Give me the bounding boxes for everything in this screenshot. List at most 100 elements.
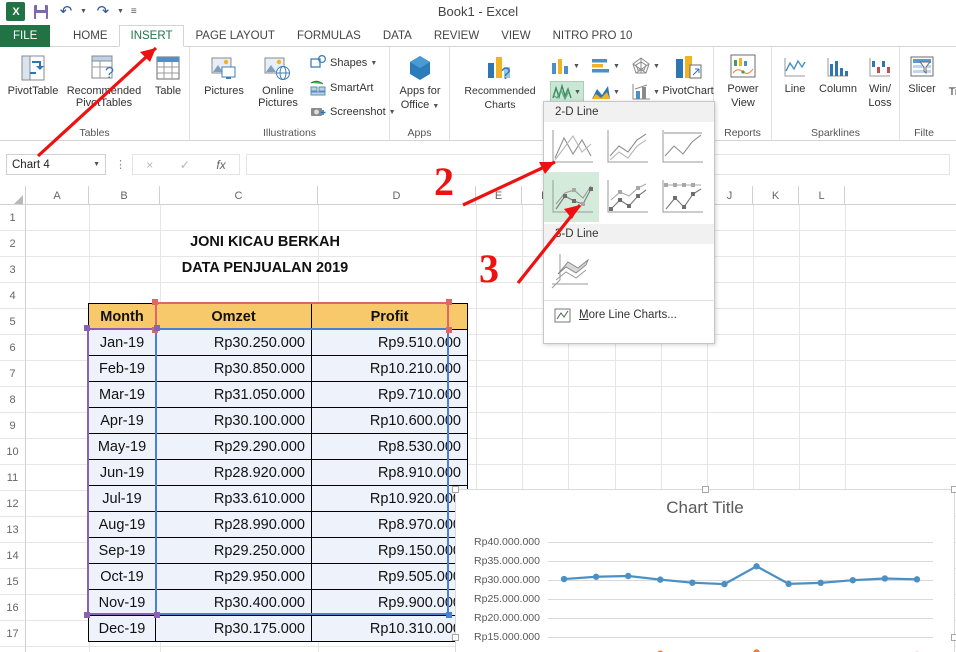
table-button[interactable]: Table (148, 53, 188, 97)
column-header-k[interactable]: K (753, 186, 799, 205)
pivot-table-button[interactable]: PivotTable (3, 53, 63, 97)
table-cell[interactable]: Rp29.950.000 (156, 564, 312, 590)
row-header-2[interactable]: 2 (0, 231, 26, 257)
table-cell[interactable]: Rp9.900.000 (312, 590, 468, 616)
recommended-pivottables-button[interactable]: ? Recommended PivotTables (62, 53, 146, 109)
row-header-13[interactable]: 13 (0, 517, 26, 543)
row-header-10[interactable]: 10 (0, 439, 26, 465)
cancel-icon[interactable]: × (146, 158, 153, 172)
name-box-dropdown-icon[interactable]: ▼ (93, 161, 100, 168)
row-header-12[interactable]: 12 (0, 491, 26, 517)
table-cell[interactable]: Dec-19 (89, 616, 156, 642)
more-line-charts-menu-item[interactable]: More Line Charts... (544, 301, 714, 329)
online-pictures-button[interactable]: Online Pictures (252, 53, 304, 109)
row-header-8[interactable]: 8 (0, 387, 26, 413)
radar-chart-button[interactable]: ▼ (630, 55, 664, 77)
sparkline-column-button[interactable]: Column (814, 55, 862, 95)
name-box[interactable]: Chart 4 ▼ (6, 154, 106, 175)
row-header-1[interactable]: 1 (0, 205, 26, 231)
row-header-18[interactable]: 18 (0, 647, 26, 652)
table-cell[interactable]: Rp10.600.000 (312, 408, 468, 434)
power-view-button[interactable]: Power View (718, 53, 768, 109)
table-cell[interactable]: Rp29.290.000 (156, 434, 312, 460)
row-header-4[interactable]: 4 (0, 283, 26, 309)
table-cell[interactable]: Rp9.710.000 (312, 382, 468, 408)
table-cell[interactable]: Rp10.210.000 (312, 356, 468, 382)
tab-page-layout[interactable]: PAGE LAYOUT (184, 25, 285, 47)
table-row[interactable]: Nov-19Rp30.400.000Rp9.900.000 (89, 590, 468, 616)
row-header-11[interactable]: 11 (0, 465, 26, 491)
slicer-button[interactable]: Slicer (902, 55, 942, 95)
gallery-item-stacked-line-with-markers[interactable] (599, 172, 654, 222)
column-chart-button[interactable]: ▼ (550, 55, 584, 77)
table-cell[interactable]: May-19 (89, 434, 156, 460)
table-row[interactable]: Feb-19Rp30.850.000Rp10.210.000 (89, 356, 468, 382)
line-chart-gallery-dropdown[interactable]: 2-D Line (543, 101, 715, 344)
column-chart-dropdown-icon[interactable]: ▼ (573, 63, 580, 70)
table-cell[interactable]: Rp29.250.000 (156, 538, 312, 564)
table-cell[interactable]: Oct-19 (89, 564, 156, 590)
table-cell[interactable]: Rp30.400.000 (156, 590, 312, 616)
column-header-a[interactable]: A (26, 186, 89, 205)
table-cell[interactable]: Feb-19 (89, 356, 156, 382)
shapes-button[interactable]: Shapes ▼ (310, 55, 377, 71)
table-cell[interactable]: Rp31.050.000 (156, 382, 312, 408)
table-row[interactable]: Dec-19Rp30.175.000Rp10.310.000 (89, 616, 468, 642)
sparkline-line-button[interactable]: Line (776, 55, 814, 95)
row-header-9[interactable]: 9 (0, 413, 26, 439)
gallery-item-line-with-markers[interactable] (544, 172, 599, 222)
row-header-5[interactable]: 5 (0, 309, 26, 335)
table-row[interactable]: May-19Rp29.290.000Rp8.530.000 (89, 434, 468, 460)
tab-formulas[interactable]: FORMULAS (286, 25, 372, 47)
insert-function-icon[interactable]: fx (216, 158, 225, 172)
apps-for-office-button[interactable]: Apps for Office ▼ (394, 53, 446, 113)
table-row[interactable]: Mar-19Rp31.050.000Rp9.710.000 (89, 382, 468, 408)
table-cell[interactable]: Rp28.920.000 (156, 460, 312, 486)
table-cell[interactable]: Rp28.990.000 (156, 512, 312, 538)
table-cell[interactable]: Rp30.100.000 (156, 408, 312, 434)
table-row[interactable]: Jun-19Rp28.920.000Rp8.910.000 (89, 460, 468, 486)
area-chart-button[interactable]: ▼ (590, 81, 624, 103)
column-header-l[interactable]: L (799, 186, 845, 205)
table-cell[interactable]: Rp10.920.000 (312, 486, 468, 512)
tab-view[interactable]: VIEW (490, 25, 541, 47)
tab-data[interactable]: DATA (372, 25, 423, 47)
row-header-7[interactable]: 7 (0, 361, 26, 387)
table-cell[interactable]: Apr-19 (89, 408, 156, 434)
table-cell[interactable]: Rp9.510.000 (312, 330, 468, 356)
pivotchart-button[interactable]: PivotChart (662, 53, 714, 97)
gallery-item-100-stacked-line[interactable] (654, 122, 709, 172)
table-cell[interactable]: Rp10.310.000 (312, 616, 468, 642)
gallery-item-3d-line[interactable] (544, 244, 599, 296)
scatter-chart-dropdown-icon[interactable]: ▼ (653, 89, 660, 96)
table-cell[interactable]: Rp30.850.000 (156, 356, 312, 382)
column-header-c[interactable]: C (160, 186, 318, 205)
table-cell[interactable]: Jul-19 (89, 486, 156, 512)
row-header-14[interactable]: 14 (0, 543, 26, 569)
table-cell[interactable]: Rp8.910.000 (312, 460, 468, 486)
bar-chart-dropdown-icon[interactable]: ▼ (613, 63, 620, 70)
shapes-dropdown-icon[interactable]: ▼ (370, 60, 377, 67)
table-row[interactable]: Aug-19Rp28.990.000Rp8.970.000 (89, 512, 468, 538)
chart-object[interactable]: Chart Title Rp40.000.000Rp35.000.000Rp30… (455, 489, 955, 652)
row-header-15[interactable]: 15 (0, 569, 26, 595)
timeline-button[interactable]: Ti (942, 55, 956, 98)
area-chart-dropdown-icon[interactable]: ▼ (613, 89, 620, 96)
table-cell[interactable]: Rp8.970.000 (312, 512, 468, 538)
gallery-item-line[interactable] (544, 122, 599, 172)
chart-title[interactable]: Chart Title (456, 498, 954, 518)
table-row[interactable]: Oct-19Rp29.950.000Rp9.505.000 (89, 564, 468, 590)
smartart-button[interactable]: SmartArt (310, 80, 373, 96)
table-cell[interactable]: Rp30.250.000 (156, 330, 312, 356)
tab-insert[interactable]: INSERT (119, 25, 185, 47)
table-row[interactable]: Sep-19Rp29.250.000Rp9.150.000 (89, 538, 468, 564)
line-chart-button[interactable]: ▼ (550, 81, 584, 103)
sparkline-winloss-button[interactable]: Win/ Loss (862, 55, 898, 109)
table-cell[interactable]: Rp30.175.000 (156, 616, 312, 642)
table-cell[interactable]: Rp9.505.000 (312, 564, 468, 590)
table-cell[interactable]: Rp33.610.000 (156, 486, 312, 512)
table-cell[interactable]: Sep-19 (89, 538, 156, 564)
line-chart-dropdown-icon[interactable]: ▼ (574, 89, 581, 96)
row-header-17[interactable]: 17 (0, 621, 26, 647)
select-all-corner[interactable] (0, 186, 26, 205)
